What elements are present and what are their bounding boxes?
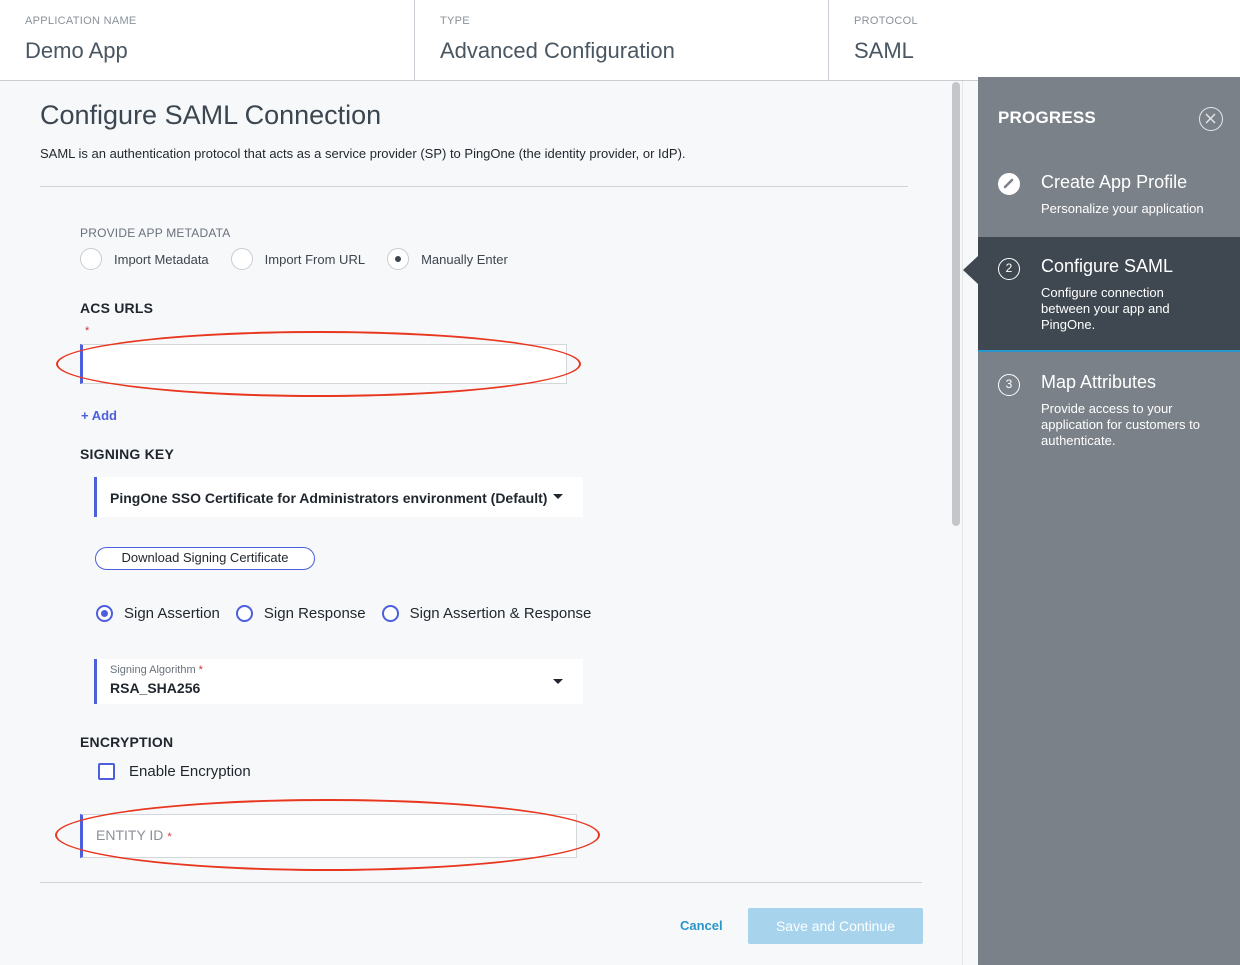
save-and-continue-button[interactable]: Save and Continue <box>748 908 923 944</box>
signing-key-value: PingOne SSO Certificate for Administrato… <box>110 490 548 506</box>
signing-key-select[interactable]: PingOne SSO Certificate for Administrato… <box>94 477 583 517</box>
chevron-down-icon <box>553 494 563 499</box>
title-divider <box>40 186 908 187</box>
active-step-pointer <box>963 256 978 284</box>
enable-encryption-checkbox[interactable] <box>98 763 115 780</box>
step-description: Provide access to your application for c… <box>1041 401 1200 448</box>
protocol-value: SAML <box>854 38 914 63</box>
annotation-ellipse-entity-id <box>55 799 600 871</box>
step-description: Configure connection between your app an… <box>1041 285 1170 332</box>
step-title: Create App Profile <box>1041 172 1188 192</box>
signing-algorithm-value: RSA_SHA256 <box>110 680 201 696</box>
import-from-url-label[interactable]: Import From URL <box>265 252 365 267</box>
signing-key-label: SIGNING KEY <box>80 446 174 462</box>
step-title: Map Attributes <box>1041 372 1157 392</box>
acs-required-mark: * <box>85 325 90 337</box>
type-label: TYPE <box>440 15 470 27</box>
encryption-label: ENCRYPTION <box>80 734 174 750</box>
page-title: Configure SAML Connection <box>40 100 382 130</box>
step-number-icon: 3 <box>998 374 1020 396</box>
manually-enter-label[interactable]: Manually Enter <box>421 252 508 267</box>
import-from-url-radio[interactable] <box>230 248 253 270</box>
chevron-down-icon <box>553 679 563 684</box>
metadata-section-label: PROVIDE APP METADATA <box>80 226 231 240</box>
sign-response-label[interactable]: Sign Response <box>264 605 366 622</box>
close-icon[interactable] <box>1199 107 1223 131</box>
progress-panel: PROGRESS Create App Profile Personalize … <box>963 77 1240 965</box>
sign-assertion-radio[interactable] <box>96 605 113 622</box>
sign-assertion-label[interactable]: Sign Assertion <box>124 605 220 622</box>
app-name-value: Demo App <box>25 38 128 63</box>
add-acs-url-link[interactable]: + Add <box>81 408 117 423</box>
header-app-name: APPLICATION NAME Demo App <box>0 0 414 80</box>
annotation-ellipse-acs <box>56 331 581 397</box>
sign-response-radio[interactable] <box>235 605 253 622</box>
step-title: Configure SAML <box>1041 256 1174 276</box>
step-number-icon: 2 <box>998 258 1020 280</box>
step-description: Personalize your application <box>1041 201 1204 216</box>
progress-title: PROGRESS <box>998 108 1096 127</box>
header-protocol: PROTOCOL SAML <box>828 0 979 80</box>
metadata-radio-group: Import Metadata Import From URL Manually… <box>80 248 530 270</box>
sign-options-group: Sign Assertion Sign Response Sign Assert… <box>96 605 607 622</box>
protocol-label: PROTOCOL <box>854 15 918 27</box>
footer-divider <box>40 882 922 883</box>
manually-enter-radio[interactable] <box>387 248 410 270</box>
scrollbar-thumb[interactable] <box>952 82 960 526</box>
scrollbar-divider <box>962 81 963 965</box>
pencil-icon <box>998 173 1020 195</box>
header-type: TYPE Advanced Configuration <box>414 0 829 80</box>
app-header: APPLICATION NAME Demo App TYPE Advanced … <box>0 0 978 81</box>
enable-encryption-row[interactable]: Enable Encryption <box>98 763 251 780</box>
signing-algorithm-select[interactable]: Signing Algorithm * RSA_SHA256 <box>94 659 583 704</box>
acs-urls-label: ACS URLS <box>80 300 154 316</box>
type-value: Advanced Configuration <box>440 38 675 63</box>
enable-encryption-label[interactable]: Enable Encryption <box>129 763 251 780</box>
import-metadata-label[interactable]: Import Metadata <box>114 252 209 267</box>
sign-assertion-response-radio[interactable] <box>381 605 399 622</box>
sign-assertion-response-label[interactable]: Sign Assertion & Response <box>410 605 592 622</box>
import-metadata-radio[interactable] <box>80 248 102 270</box>
progress-step-configure-saml[interactable]: 2 Configure SAML Configure connection be… <box>978 237 1240 352</box>
download-signing-certificate-button[interactable]: Download Signing Certificate <box>95 547 315 570</box>
page-subtitle: SAML is an authentication protocol that … <box>40 146 686 161</box>
signing-algorithm-label: Signing Algorithm * <box>110 664 203 676</box>
cancel-button[interactable]: Cancel <box>680 918 723 933</box>
app-name-label: APPLICATION NAME <box>25 15 137 27</box>
